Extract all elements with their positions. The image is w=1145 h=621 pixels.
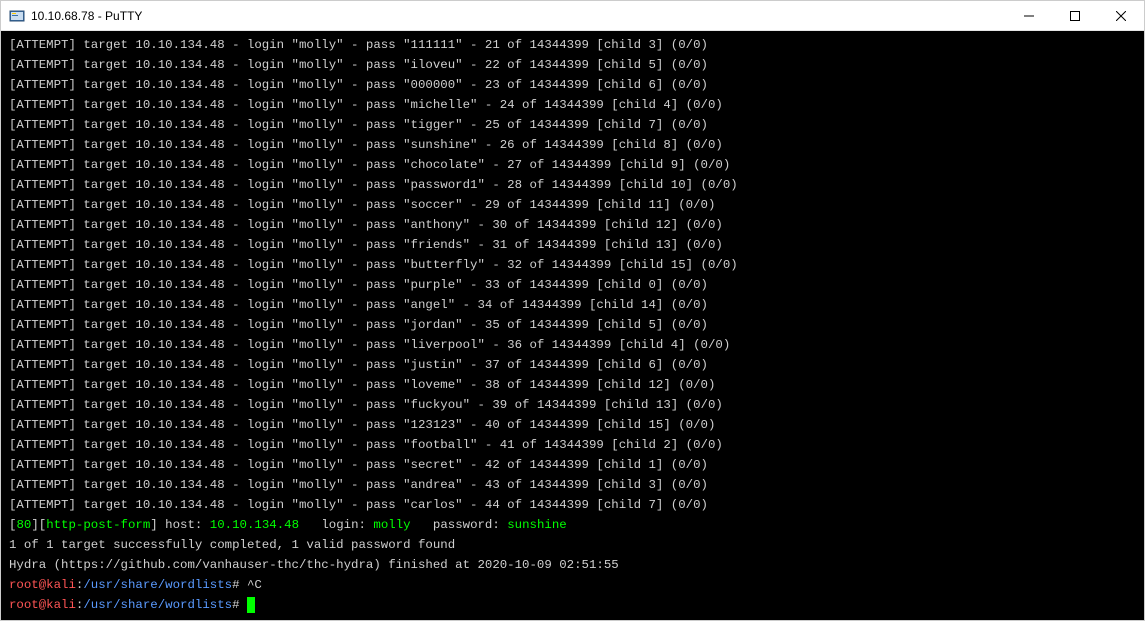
attempt-line: [ATTEMPT] target 10.10.134.48 - login "m…	[9, 395, 1136, 415]
finish-line: Hydra (https://github.com/vanhauser-thc/…	[9, 555, 1136, 575]
attempt-line: [ATTEMPT] target 10.10.134.48 - login "m…	[9, 255, 1136, 275]
attempt-line: [ATTEMPT] target 10.10.134.48 - login "m…	[9, 55, 1136, 75]
attempt-line: [ATTEMPT] target 10.10.134.48 - login "m…	[9, 495, 1136, 515]
attempt-line: [ATTEMPT] target 10.10.134.48 - login "m…	[9, 95, 1136, 115]
summary-line: 1 of 1 target successfully completed, 1 …	[9, 535, 1136, 555]
attempt-line: [ATTEMPT] target 10.10.134.48 - login "m…	[9, 455, 1136, 475]
attempt-line: [ATTEMPT] target 10.10.134.48 - login "m…	[9, 35, 1136, 55]
close-button[interactable]	[1098, 1, 1144, 30]
attempt-line: [ATTEMPT] target 10.10.134.48 - login "m…	[9, 175, 1136, 195]
window-title: 10.10.68.78 - PuTTY	[31, 9, 1006, 23]
attempt-line: [ATTEMPT] target 10.10.134.48 - login "m…	[9, 135, 1136, 155]
putty-window: 10.10.68.78 - PuTTY [ATTEMPT] target 10.…	[0, 0, 1145, 621]
attempt-line: [ATTEMPT] target 10.10.134.48 - login "m…	[9, 155, 1136, 175]
attempt-line: [ATTEMPT] target 10.10.134.48 - login "m…	[9, 195, 1136, 215]
minimize-button[interactable]	[1006, 1, 1052, 30]
attempt-line: [ATTEMPT] target 10.10.134.48 - login "m…	[9, 475, 1136, 495]
attempt-line: [ATTEMPT] target 10.10.134.48 - login "m…	[9, 355, 1136, 375]
attempt-line: [ATTEMPT] target 10.10.134.48 - login "m…	[9, 295, 1136, 315]
terminal-cursor	[247, 597, 255, 613]
attempt-line: [ATTEMPT] target 10.10.134.48 - login "m…	[9, 335, 1136, 355]
result-line: [80][http-post-form] host: 10.10.134.48 …	[9, 515, 1136, 535]
attempt-line: [ATTEMPT] target 10.10.134.48 - login "m…	[9, 235, 1136, 255]
attempt-line: [ATTEMPT] target 10.10.134.48 - login "m…	[9, 115, 1136, 135]
attempt-line: [ATTEMPT] target 10.10.134.48 - login "m…	[9, 215, 1136, 235]
prompt-line: root@kali:/usr/share/wordlists# ^C	[9, 575, 1136, 595]
maximize-button[interactable]	[1052, 1, 1098, 30]
prompt-line-active[interactable]: root@kali:/usr/share/wordlists#	[9, 595, 1136, 615]
attempt-line: [ATTEMPT] target 10.10.134.48 - login "m…	[9, 75, 1136, 95]
attempt-line: [ATTEMPT] target 10.10.134.48 - login "m…	[9, 375, 1136, 395]
putty-icon	[9, 8, 25, 24]
attempt-line: [ATTEMPT] target 10.10.134.48 - login "m…	[9, 315, 1136, 335]
titlebar[interactable]: 10.10.68.78 - PuTTY	[1, 1, 1144, 31]
attempt-line: [ATTEMPT] target 10.10.134.48 - login "m…	[9, 415, 1136, 435]
attempt-line: [ATTEMPT] target 10.10.134.48 - login "m…	[9, 275, 1136, 295]
window-controls	[1006, 1, 1144, 30]
attempt-line: [ATTEMPT] target 10.10.134.48 - login "m…	[9, 435, 1136, 455]
terminal-pane[interactable]: [ATTEMPT] target 10.10.134.48 - login "m…	[1, 31, 1144, 620]
